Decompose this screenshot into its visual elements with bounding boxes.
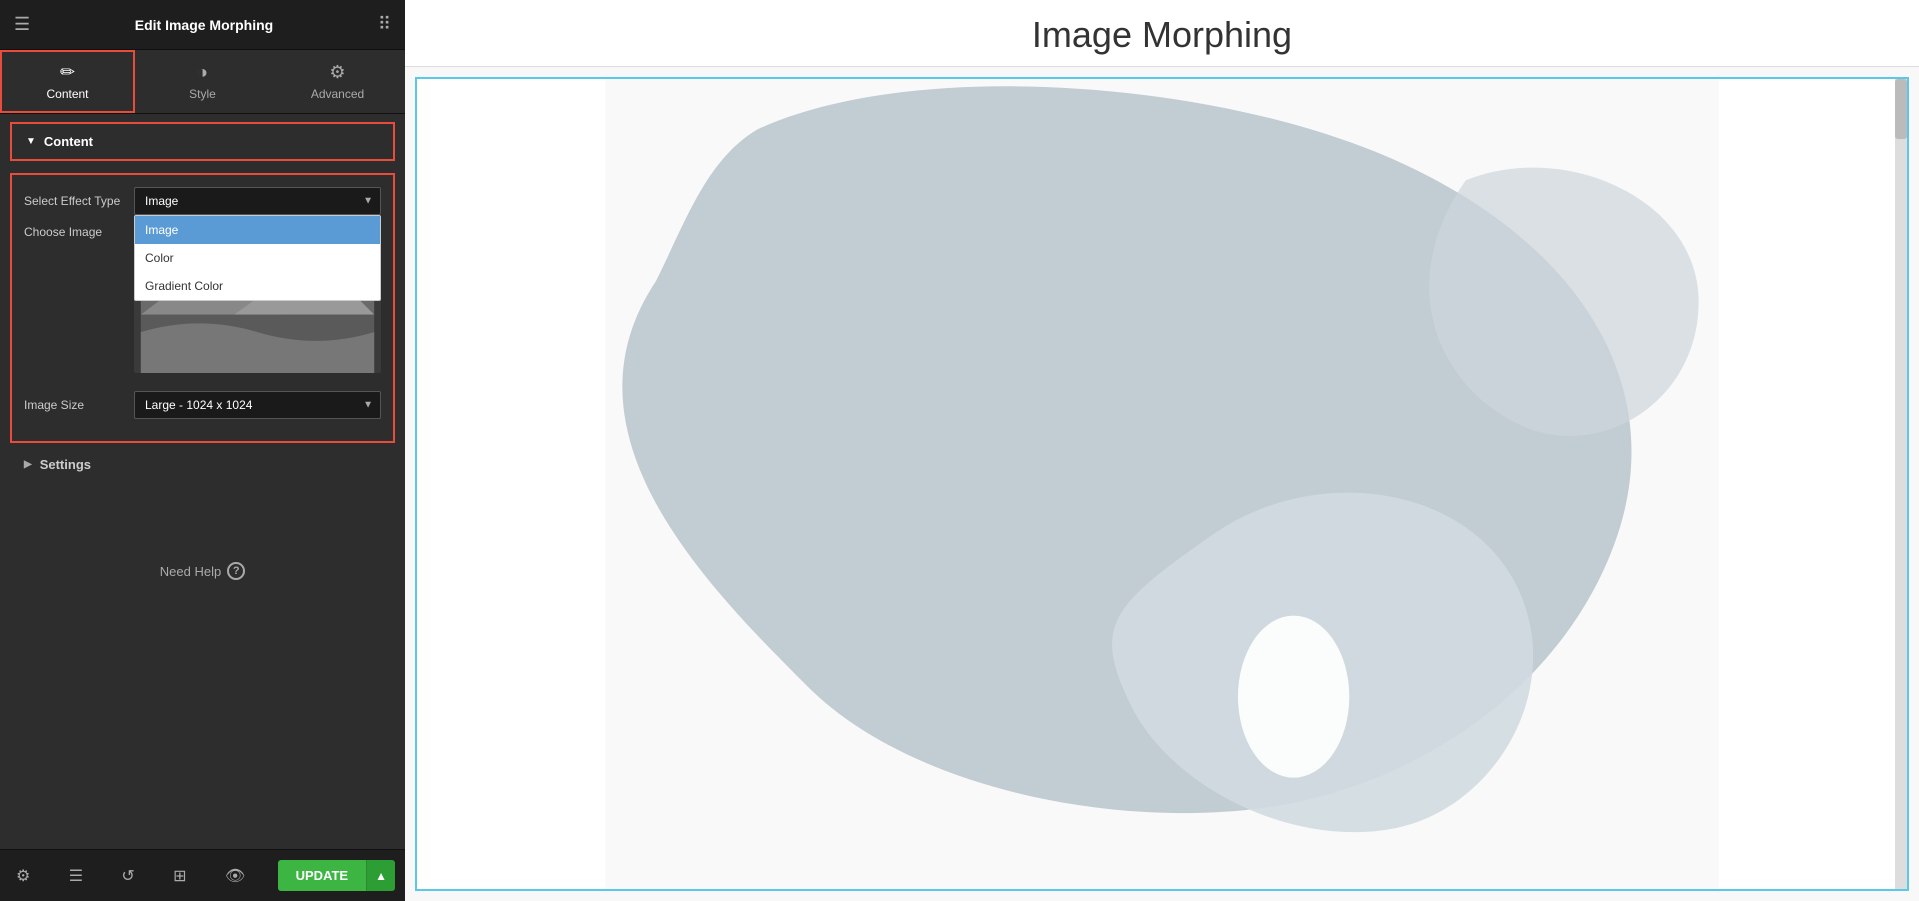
dropdown-item-image[interactable]: Image xyxy=(135,216,380,244)
right-scrollbar[interactable] xyxy=(1895,79,1907,889)
bottom-toolbar: ⚙ ☰ ↺ ⊞ 👁 UPDATE ▲ xyxy=(0,849,405,901)
left-panel: ☰ Edit Image Morphing ⠿ ✏ Content ◑ Styl… xyxy=(0,0,405,901)
update-button[interactable]: UPDATE xyxy=(278,860,366,891)
need-help-text: Need Help xyxy=(160,564,221,579)
main-content: Image Morphing ‹ xyxy=(405,0,1919,901)
morphing-canvas[interactable]: ‹ xyxy=(415,77,1909,891)
layers-bottom-icon[interactable]: ☰ xyxy=(63,860,89,892)
responsive-bottom-icon[interactable]: ⊞ xyxy=(167,860,192,892)
advanced-tab-icon: ⚙ xyxy=(329,62,345,83)
panel-header: ☰ Edit Image Morphing ⠿ xyxy=(0,0,405,50)
image-size-select-wrapper: Large - 1024 x 1024 ▼ xyxy=(134,391,381,419)
canvas-area: ‹ xyxy=(405,67,1919,901)
content-block: Select Effect Type Image Color Gradient … xyxy=(10,173,395,443)
morphing-blob-svg xyxy=(417,79,1907,889)
settings-bottom-icon[interactable]: ⚙ xyxy=(10,860,36,892)
need-help[interactable]: Need Help ? xyxy=(0,546,405,596)
settings-section-header[interactable]: ▶ Settings xyxy=(10,449,395,480)
effect-type-select[interactable]: Image Color Gradient Color xyxy=(134,187,381,215)
content-tab-label: Content xyxy=(46,87,88,101)
main-header: Image Morphing xyxy=(405,0,1919,67)
panel-tabs: ✏ Content ◑ Style ⚙ Advanced xyxy=(0,50,405,114)
tab-content[interactable]: ✏ Content xyxy=(0,50,135,113)
effect-type-select-wrapper: Image Color Gradient Color ▼ xyxy=(134,187,381,215)
image-size-row: Image Size Large - 1024 x 1024 ▼ xyxy=(24,391,381,419)
panel-title: Edit Image Morphing xyxy=(135,17,273,33)
effect-type-label: Select Effect Type xyxy=(24,194,134,208)
style-tab-label: Style xyxy=(189,87,216,101)
update-arrow-button[interactable]: ▲ xyxy=(366,860,395,891)
choose-image-label: Choose Image xyxy=(24,225,134,239)
dropdown-item-gradient[interactable]: Gradient Color xyxy=(135,272,380,300)
advanced-tab-label: Advanced xyxy=(311,87,364,101)
effect-type-control: Image Color Gradient Color ▼ Image Color… xyxy=(134,187,381,215)
update-btn-group: UPDATE ▲ xyxy=(278,860,395,891)
tab-style[interactable]: ◑ Style xyxy=(135,50,270,113)
style-tab-icon: ◑ xyxy=(197,62,208,83)
settings-label: Settings xyxy=(40,457,91,472)
history-bottom-icon[interactable]: ↺ xyxy=(115,860,140,892)
settings-arrow-icon: ▶ xyxy=(24,459,32,470)
tab-advanced[interactable]: ⚙ Advanced xyxy=(270,50,405,113)
effect-type-dropdown: Image Color Gradient Color xyxy=(134,215,381,301)
effect-type-row: Select Effect Type Image Color Gradient … xyxy=(24,187,381,215)
content-section-header[interactable]: ▼ Content xyxy=(10,122,395,161)
dropdown-item-color[interactable]: Color xyxy=(135,244,380,272)
content-tab-icon: ✏ xyxy=(60,62,75,83)
preview-bottom-icon[interactable]: 👁 xyxy=(219,860,251,892)
panel-content: Select Effect Type Image Color Gradient … xyxy=(0,161,405,849)
image-size-label: Image Size xyxy=(24,398,134,412)
image-size-control: Large - 1024 x 1024 ▼ xyxy=(134,391,381,419)
image-size-select[interactable]: Large - 1024 x 1024 xyxy=(134,391,381,419)
content-section-label: Content xyxy=(44,134,93,149)
help-icon: ? xyxy=(227,562,245,580)
scrollbar-thumb xyxy=(1895,79,1907,139)
content-collapse-arrow: ▼ xyxy=(26,136,36,147)
page-title: Image Morphing xyxy=(425,14,1899,56)
hamburger-icon[interactable]: ☰ xyxy=(14,14,30,35)
collapse-panel-arrow[interactable]: ‹ xyxy=(1907,466,1909,502)
grid-icon[interactable]: ⠿ xyxy=(378,14,391,35)
